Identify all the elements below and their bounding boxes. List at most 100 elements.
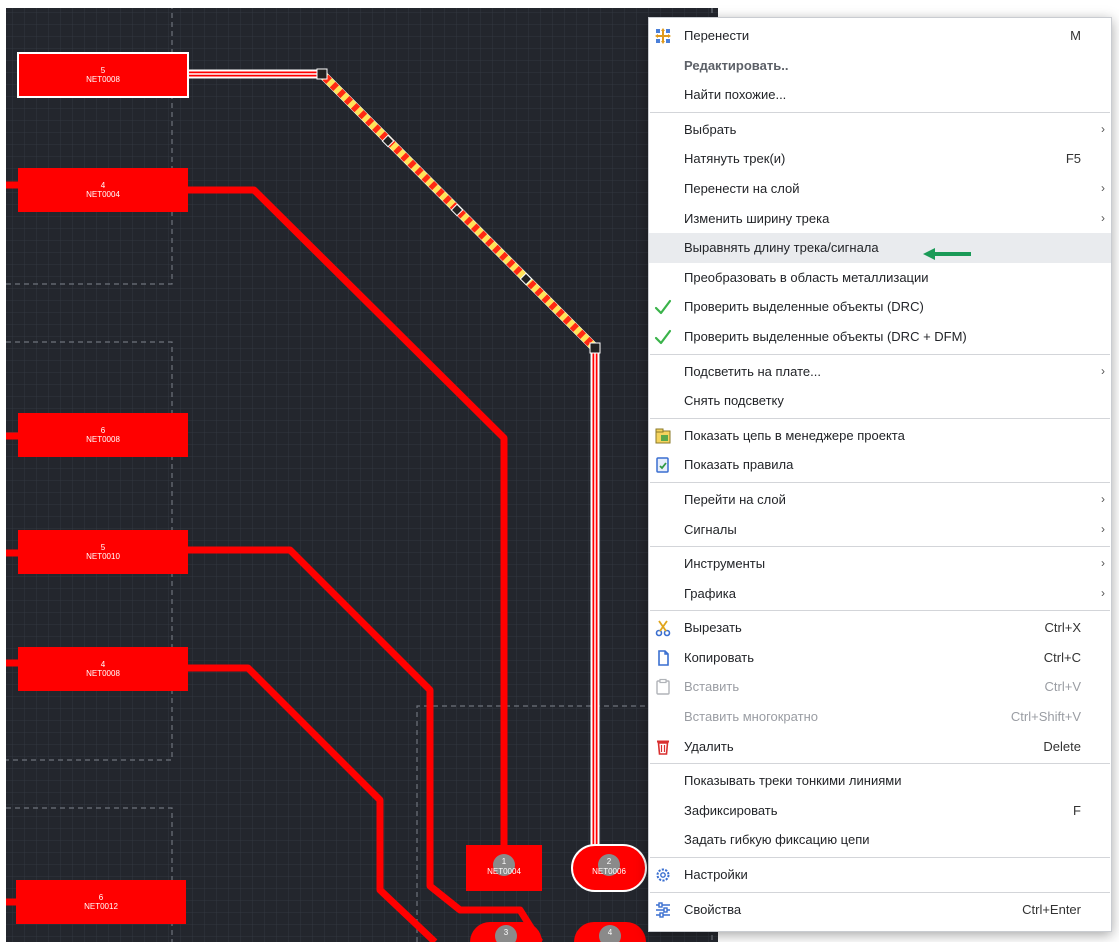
pad-net0008-pin-6[interactable]: 6NET0008 — [18, 413, 188, 457]
pad-net-label: NET0008 — [86, 75, 120, 84]
menu-item-зафиксировать[interactable]: Зафиксировать F — [649, 796, 1111, 826]
menu-item-настройки[interactable]: Настройки — [649, 860, 1111, 890]
chevron-right-icon: › — [1101, 363, 1105, 378]
menu-item-снять-подсветку[interactable]: Снять подсветку — [649, 386, 1111, 416]
pad-net-label: NET0004 — [487, 867, 521, 876]
menu-item-label: Инструменты — [684, 556, 766, 572]
pad-net-label: NET0010 — [86, 552, 120, 561]
properties-icon — [653, 900, 673, 920]
pad-net0012-pin-6[interactable]: 6NET0012 — [16, 880, 186, 924]
pad-net-label: NET0012 — [84, 902, 118, 911]
menu-item-перенести[interactable]: Перенести M — [649, 21, 1111, 51]
menu-item-shortcut: Ctrl+Enter — [1022, 901, 1081, 917]
gear-icon — [653, 865, 673, 885]
menu-separator — [650, 417, 1110, 419]
pad-net-label: NET0008 — [86, 669, 120, 678]
menu-item-shortcut: Ctrl+Shift+V — [1010, 709, 1081, 725]
menu-item-label: Выбрать — [684, 121, 737, 137]
pad-pin-label: 1 — [502, 857, 507, 866]
menu-item-label: Сигналы — [684, 521, 737, 537]
menu-separator — [650, 857, 1110, 859]
menu-item-проверить-выделенные-объекты-drc-dfm[interactable]: Проверить выделенные объекты (DRC + DFM) — [649, 322, 1111, 352]
chevron-right-icon: › — [1101, 210, 1105, 225]
pad-pin-label: 6 — [101, 426, 106, 435]
menu-item-свойства[interactable]: Свойства Ctrl+Enter — [649, 895, 1111, 925]
menu-item-label: Вставить многократно — [684, 709, 818, 725]
menu-item-показать-цепь-в-менеджере-проекта[interactable]: Показать цепь в менеджере проекта — [649, 421, 1111, 451]
menu-item-преобразовать-в-область-металлизации[interactable]: Преобразовать в область металлизации — [649, 263, 1111, 293]
menu-item-shortcut: M — [1070, 28, 1081, 43]
pad-net0006-pin-2[interactable]: 2NET0006 — [571, 844, 647, 892]
copy-icon — [653, 648, 673, 668]
menu-separator — [650, 111, 1110, 113]
menu-item-label: Редактировать.. — [684, 57, 789, 73]
pad-net-label: NET0008 — [86, 435, 120, 444]
pad-unnamed-pin-3[interactable]: 3 — [470, 922, 542, 942]
menu-separator — [650, 546, 1110, 548]
menu-item-показать-правила[interactable]: Показать правила — [649, 450, 1111, 480]
context-menu[interactable]: Перенести M Редактировать.. Найти похожие..… — [648, 17, 1112, 932]
menu-item-shortcut: Ctrl+X — [1044, 620, 1081, 636]
menu-item-label: Копировать — [684, 649, 754, 665]
menu-item-инструменты[interactable]: Инструменты › — [649, 549, 1111, 579]
paste-icon — [653, 677, 673, 697]
rules-icon — [653, 455, 673, 475]
menu-item-shortcut: Ctrl+C — [1043, 649, 1081, 665]
check-icon — [653, 327, 673, 347]
chevron-right-icon: › — [1101, 180, 1105, 195]
menu-item-показывать-треки-тонкими-линиями[interactable]: Показывать треки тонкими линиями — [649, 766, 1111, 796]
pad-pin-label: 6 — [99, 893, 104, 902]
pad-unnamed-pin-4[interactable]: 4 — [574, 922, 646, 942]
cut-icon — [653, 618, 673, 638]
menu-item-выбрать[interactable]: Выбрать › — [649, 115, 1111, 145]
menu-item-label: Зафиксировать — [684, 802, 778, 818]
check-icon — [653, 297, 673, 317]
menu-item-вырезать[interactable]: Вырезать Ctrl+X — [649, 613, 1111, 643]
menu-item-проверить-выделенные-объекты-drc[interactable]: Проверить выделенные объекты (DRC) — [649, 292, 1111, 322]
menu-item-редактировать[interactable]: Редактировать.. — [649, 51, 1111, 81]
menu-separator — [650, 481, 1110, 483]
menu-item-shortcut: F5 — [1065, 151, 1081, 167]
menu-item-label: Графика — [684, 585, 736, 601]
menu-item-label: Натянуть трек(и) — [684, 151, 786, 167]
chevron-right-icon: › — [1101, 521, 1105, 536]
menu-item-label: Подсветить на плате... — [684, 363, 821, 379]
pad-pin-label: 2 — [607, 857, 612, 866]
pad-net0004-pin-4[interactable]: 4NET0004 — [18, 168, 188, 212]
menu-separator — [650, 891, 1110, 893]
menu-item-графика[interactable]: Графика › — [649, 579, 1111, 609]
menu-item-label: Настройки — [684, 867, 748, 883]
pad-net0004-pin-1[interactable]: 1NET0004 — [466, 845, 542, 891]
menu-item-label: Задать гибкую фиксацию цепи — [684, 832, 870, 848]
menu-item-вставить-многократно: Вставить многократно Ctrl+Shift+V — [649, 702, 1111, 732]
menu-item-label: Показать цепь в менеджере проекта — [684, 427, 905, 443]
move-icon — [653, 26, 673, 46]
trash-icon — [653, 737, 673, 757]
menu-item-shortcut: F — [1073, 802, 1081, 818]
menu-item-копировать[interactable]: Копировать Ctrl+C — [649, 643, 1111, 673]
menu-separator — [650, 610, 1110, 612]
menu-item-label: Преобразовать в область металлизации — [684, 269, 929, 285]
menu-item-найти-похожие[interactable]: Найти похожие... — [649, 80, 1111, 110]
menu-item-выравнять-длину-трека-сигнала[interactable]: Выравнять длину трека/сигнала — [649, 233, 1111, 263]
pad-net-label: NET0004 — [86, 190, 120, 199]
menu-item-label: Проверить выделенные объекты (DRC) — [684, 299, 924, 315]
menu-item-задать-гибкую-фиксацию-цепи[interactable]: Задать гибкую фиксацию цепи — [649, 825, 1111, 855]
chevron-right-icon: › — [1101, 556, 1105, 571]
pad-net0010-pin-5[interactable]: 5NET0010 — [18, 530, 188, 574]
menu-item-label: Удалить — [684, 738, 734, 754]
pad-pin-label: 4 — [608, 928, 613, 937]
pad-net0008-pin-5[interactable]: 5NET0008 — [17, 52, 189, 98]
menu-item-сигналы[interactable]: Сигналы › — [649, 515, 1111, 545]
menu-item-label: Свойства — [684, 901, 742, 917]
menu-separator — [650, 763, 1110, 765]
menu-item-изменить-ширину-трека[interactable]: Изменить ширину трека › — [649, 204, 1111, 234]
menu-item-перенести-на-слой[interactable]: Перенести на слой › — [649, 174, 1111, 204]
menu-item-перейти-на-слой[interactable]: Перейти на слой › — [649, 485, 1111, 515]
menu-item-подсветить-на-плате[interactable]: Подсветить на плате... › — [649, 357, 1111, 387]
menu-item-удалить[interactable]: Удалить Delete — [649, 732, 1111, 762]
pad-net-label: NET0006 — [592, 867, 626, 876]
pad-net0008-pin-4[interactable]: 4NET0008 — [18, 647, 188, 691]
pad-pin-label: 4 — [101, 181, 106, 190]
menu-item-натянуть-трек-и[interactable]: Натянуть трек(и) F5 — [649, 144, 1111, 174]
